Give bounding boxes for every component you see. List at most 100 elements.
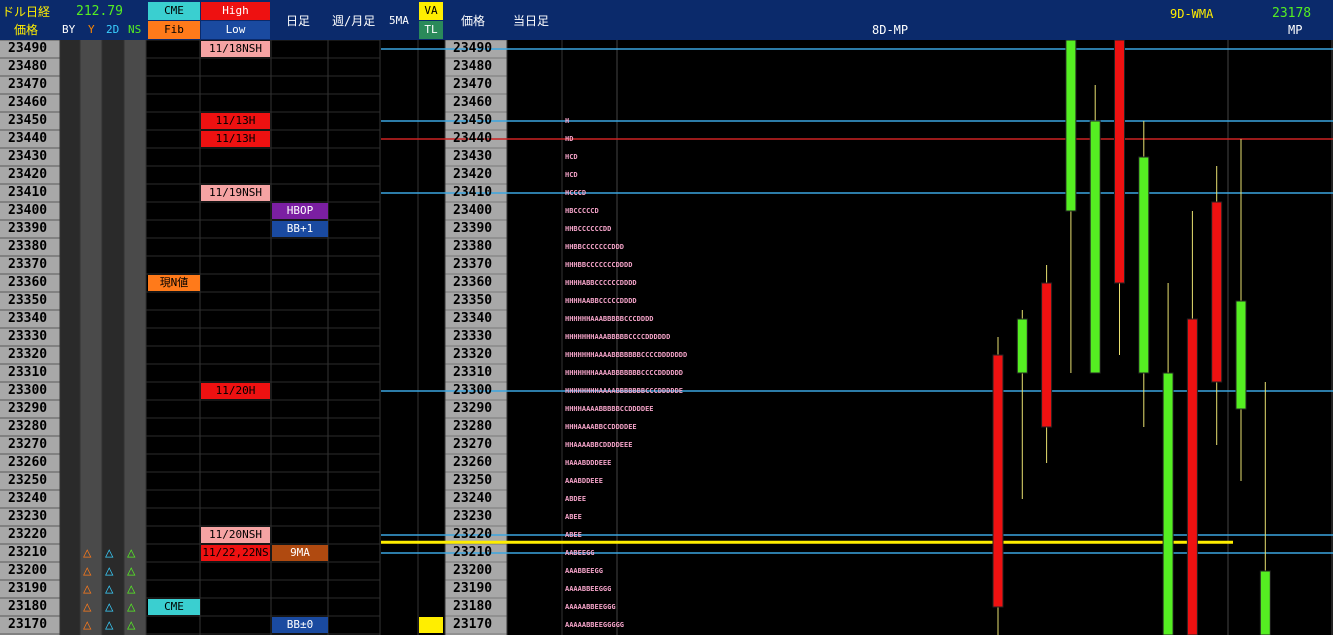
price-tick-2: 23400 [453, 203, 493, 218]
candle-body [1138, 156, 1150, 374]
price-tick: 23190 [8, 581, 48, 596]
high-low-marker: 11/20NSH [201, 527, 270, 543]
ratio-value: 212.79 [76, 4, 123, 19]
tpo-row: AABEEGG [565, 549, 595, 557]
triangle-icon: △ [105, 545, 114, 561]
tpo-row: H [565, 117, 570, 125]
tpo-row: HHHHAABBCCCCCDDDD [565, 297, 637, 305]
price-tick: 23430 [8, 149, 48, 164]
cme-marker: 現N値 [148, 275, 200, 291]
tpo-row: HHHAAAABBCCDDDDEE [565, 423, 637, 431]
high-low-marker: 11/13H [201, 113, 270, 129]
tpo-row: HCCCD [565, 189, 587, 197]
va-header: VA [419, 2, 443, 20]
price-tick: 23350 [8, 293, 48, 308]
tpo-row: HHAAAABBCDDDDEEE [565, 441, 633, 449]
price-tick: 23270 [8, 437, 48, 452]
price-tick-2: 23360 [453, 275, 493, 290]
daily-marker: HBOP [272, 203, 328, 219]
tpo-row: HHHHHHHAAAABBBBBBBCCCCDDDDDD [565, 369, 684, 377]
price-tick-2: 23190 [453, 581, 493, 596]
price-tick: 23470 [8, 77, 48, 92]
triangle-icon: △ [105, 599, 114, 615]
price-tick-2: 23180 [453, 599, 493, 614]
high-low-marker: 11/22,22NS [201, 545, 270, 561]
price-tick-2: 23270 [453, 437, 493, 452]
daily-header: 日足 [286, 14, 311, 28]
triangle-icon: △ [83, 545, 92, 561]
candle-body [1041, 282, 1053, 428]
tpo-row: HHHHHHHAAAABBBBBBBCCCCDDDDDDD [565, 351, 688, 359]
price-tick: 23400 [8, 203, 48, 218]
price-tick: 23490 [8, 41, 48, 56]
triangle-icon: △ [127, 599, 136, 615]
mp-label: MP [1288, 23, 1303, 37]
tpo-row: HBCCCCCD [565, 207, 599, 215]
tpo-row: ABEE [565, 531, 582, 539]
candle-body [992, 354, 1004, 608]
tpo-row: HD [565, 135, 574, 143]
chart-canvas [0, 39, 1333, 635]
tpo-row: AAAAABBEEGGG [565, 603, 616, 611]
tpo-row: ABEE [565, 513, 582, 521]
price-tick: 23170 [8, 617, 48, 632]
high-low-marker: 11/13H [201, 131, 270, 147]
candle-body [1211, 201, 1223, 383]
price-tick: 23330 [8, 329, 48, 344]
price-tick: 23420 [8, 167, 48, 182]
price-tick: 23320 [8, 347, 48, 362]
triangle-icon: △ [83, 599, 92, 615]
tpo-row: AAAABBEEGGG [565, 585, 612, 593]
chart-root: ドル日経 価格 212.79 BY Y 2D NS CME Fib High L… [0, 0, 1333, 635]
tpo-row: AAABDDEEE [565, 477, 603, 485]
candle-body [1259, 570, 1271, 635]
price-tick-2: 23380 [453, 239, 493, 254]
price-tick-2: 23260 [453, 455, 493, 470]
price-header-2: 価格 [461, 14, 486, 28]
triangle-icon: △ [83, 581, 92, 597]
price-tick: 23440 [8, 131, 48, 146]
price-tick: 23220 [8, 527, 48, 542]
price-tick: 23240 [8, 491, 48, 506]
col-by: BY [62, 23, 76, 36]
tpo-row: HHHBBCCCCCCCDDDD [565, 261, 633, 269]
price-tick-2: 23470 [453, 77, 493, 92]
ma5-header: 5MA [389, 14, 409, 27]
price-tick-2: 23230 [453, 509, 493, 524]
triangle-icon: △ [83, 563, 92, 579]
price-tick: 23230 [8, 509, 48, 524]
candle-body [1114, 39, 1125, 284]
price-tick-2: 23410 [453, 185, 493, 200]
price-tick-2: 23430 [453, 149, 493, 164]
tpo-row: HAAABDDDEEE [565, 459, 612, 467]
today-header: 当日足 [513, 14, 550, 28]
price-tick: 23250 [8, 473, 48, 488]
header-price-label: 価格 [14, 23, 39, 37]
triangle-icon: △ [127, 581, 136, 597]
price-tick-2: 23420 [453, 167, 493, 182]
header-title: ドル日経 [2, 5, 51, 19]
candle-body [1235, 300, 1247, 410]
price-tick-2: 23330 [453, 329, 493, 344]
price-tick: 23370 [8, 257, 48, 272]
price-tick: 23480 [8, 59, 48, 74]
price-tick: 23210 [8, 545, 48, 560]
price-tick-2: 23320 [453, 347, 493, 362]
triangle-icon: △ [127, 563, 136, 579]
tpo-row: HHHHHHAAABBBBBCCCDDDD [565, 315, 654, 323]
tpo-row: HHHHAAAABBBBBCCDDDDEE [565, 405, 654, 413]
high-low-marker: 11/19NSH [201, 185, 270, 201]
price-tick: 23450 [8, 113, 48, 128]
triangle-icon: △ [83, 617, 92, 633]
triangle-icon: △ [127, 617, 136, 633]
price-tick-2: 23200 [453, 563, 493, 578]
col-ns: NS [128, 23, 142, 36]
price-tick-2: 23340 [453, 311, 493, 326]
col-y: Y [88, 23, 95, 36]
tpo-row: HHHHABBCCCCCCDDDD [565, 279, 637, 287]
candle-body [1016, 318, 1028, 374]
triangle-icon: △ [105, 563, 114, 579]
price-tick-2: 23460 [453, 95, 493, 110]
price-tick-2: 23220 [453, 527, 493, 542]
high-header: High [201, 2, 270, 20]
